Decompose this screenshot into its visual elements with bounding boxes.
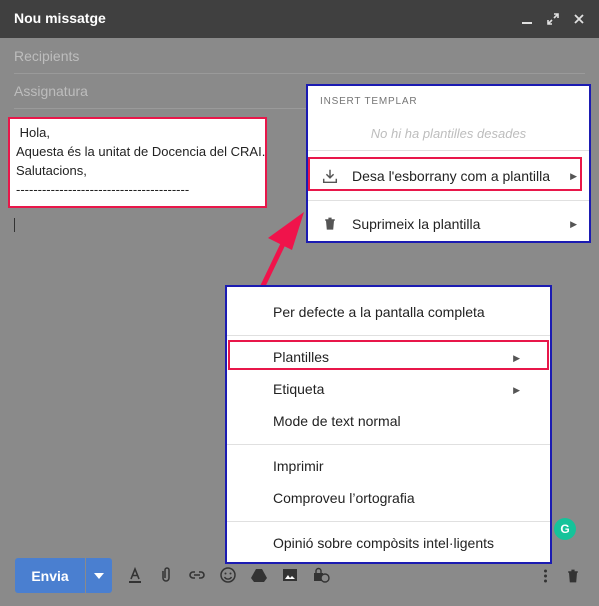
message-line: ---------------------------------------- <box>16 182 190 197</box>
delete-template-item[interactable]: Suprimeix la plantilla ▶ <box>308 206 589 242</box>
menu-item-print[interactable]: Imprimir <box>273 458 324 474</box>
grammarly-icon[interactable]: G <box>554 518 576 540</box>
menu-item-label[interactable]: Etiqueta <box>273 381 324 397</box>
no-templates-text: No hi ha plantilles desades <box>370 126 527 141</box>
more-options-menu: Per defecte a la pantalla completa Plant… <box>225 285 552 564</box>
compose-window: Nou missatge Recipients Assignatura Hola… <box>0 0 599 606</box>
chevron-right-icon: ▶ <box>513 385 520 395</box>
divider <box>308 200 589 201</box>
divider <box>308 150 589 151</box>
send-button[interactable]: Envia <box>15 558 85 593</box>
send-options-button[interactable] <box>86 558 112 593</box>
more-options-icon[interactable] <box>535 565 555 587</box>
divider <box>227 335 550 336</box>
link-icon[interactable] <box>186 564 208 586</box>
close-icon[interactable] <box>571 11 587 27</box>
message-line: Aquesta és la unitat de Docencia del CRA… <box>16 144 266 159</box>
expand-icon[interactable] <box>545 11 561 27</box>
templates-item-highlight <box>228 340 549 370</box>
emoji-icon[interactable] <box>217 564 239 586</box>
window-title: Nou missatge <box>14 10 106 26</box>
photo-icon[interactable] <box>279 564 301 586</box>
text-format-icon[interactable] <box>124 564 146 586</box>
save-template-highlight <box>308 157 582 191</box>
compose-titlebar: Nou missatge <box>0 0 599 38</box>
discard-draft-icon[interactable] <box>563 565 583 587</box>
recipients-field[interactable]: Recipients <box>14 39 585 74</box>
drive-icon[interactable] <box>248 564 270 586</box>
message-line: Hola, <box>16 125 50 140</box>
message-line: Salutacions, <box>16 163 87 178</box>
attachment-icon[interactable] <box>155 564 177 586</box>
menu-item-plain-text[interactable]: Mode de text normal <box>273 413 401 429</box>
chevron-right-icon: ▶ <box>570 218 577 229</box>
menu-item-smart-compose-feedback[interactable]: Opinió sobre compòsits intel·ligents <box>273 535 494 551</box>
text-cursor <box>14 218 15 232</box>
templates-header: INSERT TEMPLAR <box>320 96 418 107</box>
message-body-highlight[interactable]: Hola, Aquesta és la unitat de Docencia d… <box>8 117 267 208</box>
menu-item-fullscreen[interactable]: Per defecte a la pantalla completa <box>273 304 485 320</box>
divider <box>227 444 550 445</box>
menu-item-spellcheck[interactable]: Comproveu l’ortografia <box>273 490 415 506</box>
minimize-icon[interactable] <box>519 11 535 27</box>
trash-icon <box>320 214 340 234</box>
divider <box>227 521 550 522</box>
confidential-mode-icon[interactable] <box>310 564 332 586</box>
delete-template-label: Suprimeix la plantilla <box>352 216 481 232</box>
formatting-toolbar <box>124 564 332 586</box>
chevron-down-icon <box>94 572 104 579</box>
